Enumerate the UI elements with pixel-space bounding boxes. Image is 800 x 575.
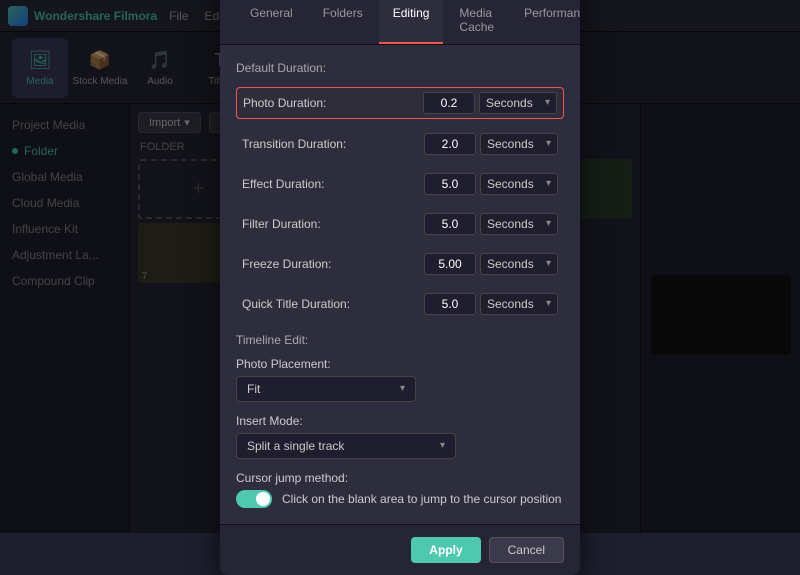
default-duration-title: Default Duration: bbox=[236, 61, 564, 75]
photo-placement-select[interactable]: Fit ▾ bbox=[236, 376, 416, 402]
photo-duration-unit[interactable]: Seconds ▾ bbox=[479, 92, 557, 114]
tab-editing[interactable]: Editing bbox=[379, 0, 444, 44]
toggle-knob bbox=[256, 492, 270, 506]
insert-mode-select[interactable]: Split a single track ▾ bbox=[236, 433, 456, 459]
insert-mode-label: Insert Mode: bbox=[236, 414, 564, 428]
photo-duration-row: Photo Duration: Seconds ▾ bbox=[236, 87, 564, 119]
app-window: Wondershare Filmora File Edit Tools View… bbox=[0, 0, 800, 533]
timeline-section-title: Timeline Edit: bbox=[236, 333, 564, 347]
dialog-tabs: General Folders Editing Media Cache Perf… bbox=[220, 0, 580, 45]
transition-duration-input[interactable] bbox=[424, 133, 476, 155]
filter-duration-row: Filter Duration: Seconds ▾ bbox=[236, 209, 564, 239]
effect-duration-label: Effect Duration: bbox=[242, 177, 424, 191]
freeze-duration-label: Freeze Duration: bbox=[242, 257, 424, 271]
photo-placement-row: Photo Placement: Fit ▾ bbox=[236, 357, 564, 402]
freeze-duration-row: Freeze Duration: Seconds ▾ bbox=[236, 249, 564, 279]
photo-placement-chevron-icon: ▾ bbox=[400, 383, 405, 394]
effect-chevron-icon: ▾ bbox=[546, 178, 551, 189]
dialog-footer: Apply Cancel bbox=[220, 524, 580, 575]
filter-chevron-icon: ▾ bbox=[546, 218, 551, 229]
photo-placement-label: Photo Placement: bbox=[236, 357, 564, 371]
quick-title-duration-label: Quick Title Duration: bbox=[242, 297, 424, 311]
freeze-duration-unit-label: Seconds bbox=[487, 257, 534, 271]
transition-duration-unit-label: Seconds bbox=[487, 137, 534, 151]
freeze-duration-input[interactable] bbox=[424, 253, 476, 275]
cursor-jump-text: Click on the blank area to jump to the c… bbox=[282, 492, 561, 506]
quick-title-duration-row: Quick Title Duration: Seconds ▾ bbox=[236, 289, 564, 319]
effect-duration-unit[interactable]: Seconds ▾ bbox=[480, 173, 558, 195]
apply-button[interactable]: Apply bbox=[411, 537, 480, 563]
effect-duration-input[interactable] bbox=[424, 173, 476, 195]
quick-title-duration-unit[interactable]: Seconds ▾ bbox=[480, 293, 558, 315]
quick-title-duration-unit-label: Seconds bbox=[487, 297, 534, 311]
filter-duration-unit-label: Seconds bbox=[487, 217, 534, 231]
quick-title-duration-input[interactable] bbox=[424, 293, 476, 315]
transition-duration-label: Transition Duration: bbox=[242, 137, 424, 151]
transition-duration-unit[interactable]: Seconds ▾ bbox=[480, 133, 558, 155]
cursor-jump-label: Cursor jump method: bbox=[236, 471, 564, 485]
freeze-chevron-icon: ▾ bbox=[546, 258, 551, 269]
tab-folders[interactable]: Folders bbox=[309, 0, 377, 44]
quick-title-chevron-icon: ▾ bbox=[546, 298, 551, 309]
cursor-jump-toggle[interactable] bbox=[236, 490, 272, 508]
insert-mode-row: Insert Mode: Split a single track ▾ bbox=[236, 414, 564, 459]
insert-mode-chevron-icon: ▾ bbox=[440, 440, 445, 451]
filter-duration-input[interactable] bbox=[424, 213, 476, 235]
transition-duration-row: Transition Duration: Seconds ▾ bbox=[236, 129, 564, 159]
effect-duration-unit-label: Seconds bbox=[487, 177, 534, 191]
cursor-jump-toggle-row: Click on the blank area to jump to the c… bbox=[236, 490, 564, 508]
photo-duration-unit-label: Seconds bbox=[486, 96, 533, 110]
photo-duration-input[interactable] bbox=[423, 92, 475, 114]
tab-media-cache[interactable]: Media Cache bbox=[445, 0, 508, 44]
freeze-duration-unit[interactable]: Seconds ▾ bbox=[480, 253, 558, 275]
photo-placement-value: Fit bbox=[247, 382, 260, 396]
filter-duration-label: Filter Duration: bbox=[242, 217, 424, 231]
effect-duration-row: Effect Duration: Seconds ▾ bbox=[236, 169, 564, 199]
photo-duration-label: Photo Duration: bbox=[243, 96, 423, 110]
filter-duration-unit[interactable]: Seconds ▾ bbox=[480, 213, 558, 235]
modal-overlay: Preferences × General Folders Editing Me… bbox=[0, 0, 800, 533]
cancel-button[interactable]: Cancel bbox=[489, 537, 564, 563]
photo-duration-chevron-icon: ▾ bbox=[545, 97, 550, 108]
transition-chevron-icon: ▾ bbox=[546, 138, 551, 149]
preferences-dialog: Preferences × General Folders Editing Me… bbox=[220, 0, 580, 575]
dialog-body: Default Duration: Photo Duration: Second… bbox=[220, 45, 580, 524]
tab-performance[interactable]: Performance bbox=[510, 0, 580, 44]
insert-mode-value: Split a single track bbox=[247, 439, 344, 453]
tab-general[interactable]: General bbox=[236, 0, 307, 44]
